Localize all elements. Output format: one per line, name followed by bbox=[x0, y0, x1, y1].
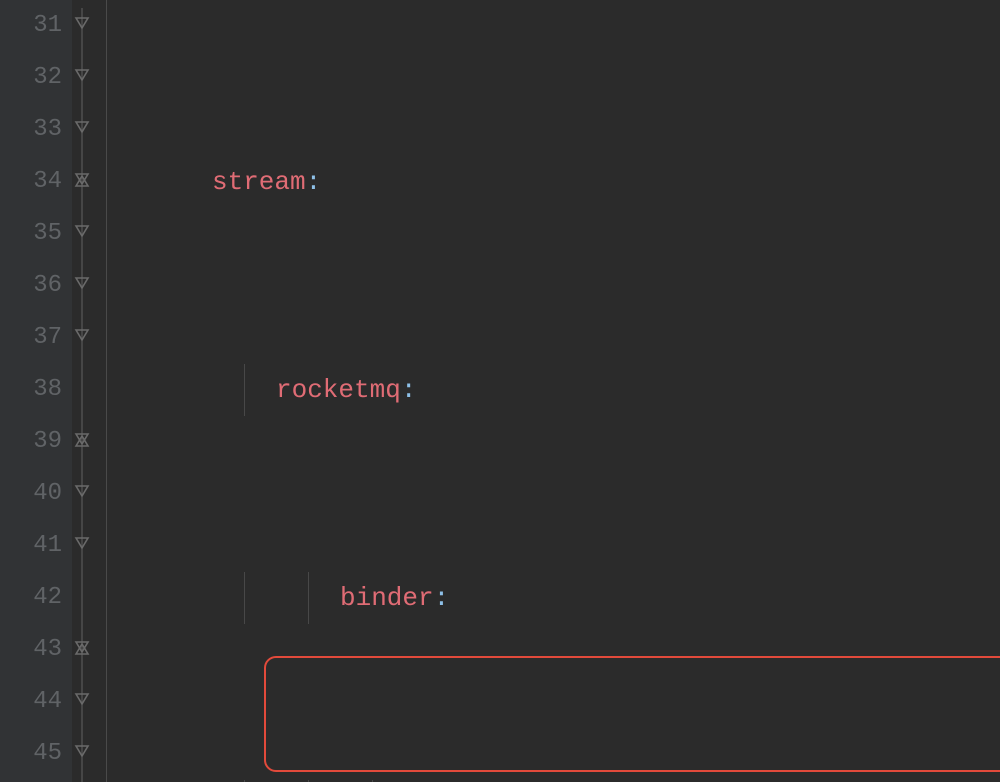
code-line[interactable]: stream: bbox=[164, 156, 1000, 208]
line-number: 35 bbox=[0, 208, 62, 260]
line-number: 42 bbox=[0, 572, 62, 624]
line-number: 43 bbox=[0, 624, 62, 676]
code-area[interactable]: stream: rocketmq: binder: name-server: 1… bbox=[164, 0, 1000, 782]
code-line[interactable]: binder: bbox=[164, 572, 1000, 624]
line-number: 38 bbox=[0, 364, 62, 416]
yaml-key: stream bbox=[212, 156, 306, 208]
line-number: 32 bbox=[0, 52, 62, 104]
line-number: 45 bbox=[0, 728, 62, 780]
yaml-key: rocketmq bbox=[276, 364, 401, 416]
line-number: 40 bbox=[0, 468, 62, 520]
line-number: 39 bbox=[0, 416, 62, 468]
line-number: 44 bbox=[0, 676, 62, 728]
fold-markers-svg bbox=[70, 0, 96, 782]
yaml-colon: : bbox=[434, 572, 450, 624]
line-number: 36 bbox=[0, 260, 62, 312]
fold-gutter bbox=[72, 0, 106, 782]
line-number: 37 bbox=[0, 312, 62, 364]
indent-margin bbox=[106, 0, 164, 782]
yaml-colon: : bbox=[401, 364, 417, 416]
highlight-annotation bbox=[264, 656, 1000, 772]
yaml-key: binder bbox=[340, 572, 434, 624]
line-number: 34 bbox=[0, 156, 62, 208]
line-number: 33 bbox=[0, 104, 62, 156]
line-number: 41 bbox=[0, 520, 62, 572]
line-number-gutter: 31 32 33 34 35 36 37 38 39 40 41 42 43 4… bbox=[0, 0, 72, 782]
code-line[interactable]: rocketmq: bbox=[164, 364, 1000, 416]
code-editor[interactable]: 31 32 33 34 35 36 37 38 39 40 41 42 43 4… bbox=[0, 0, 1000, 782]
yaml-colon: : bbox=[306, 156, 322, 208]
line-number: 31 bbox=[0, 0, 62, 52]
